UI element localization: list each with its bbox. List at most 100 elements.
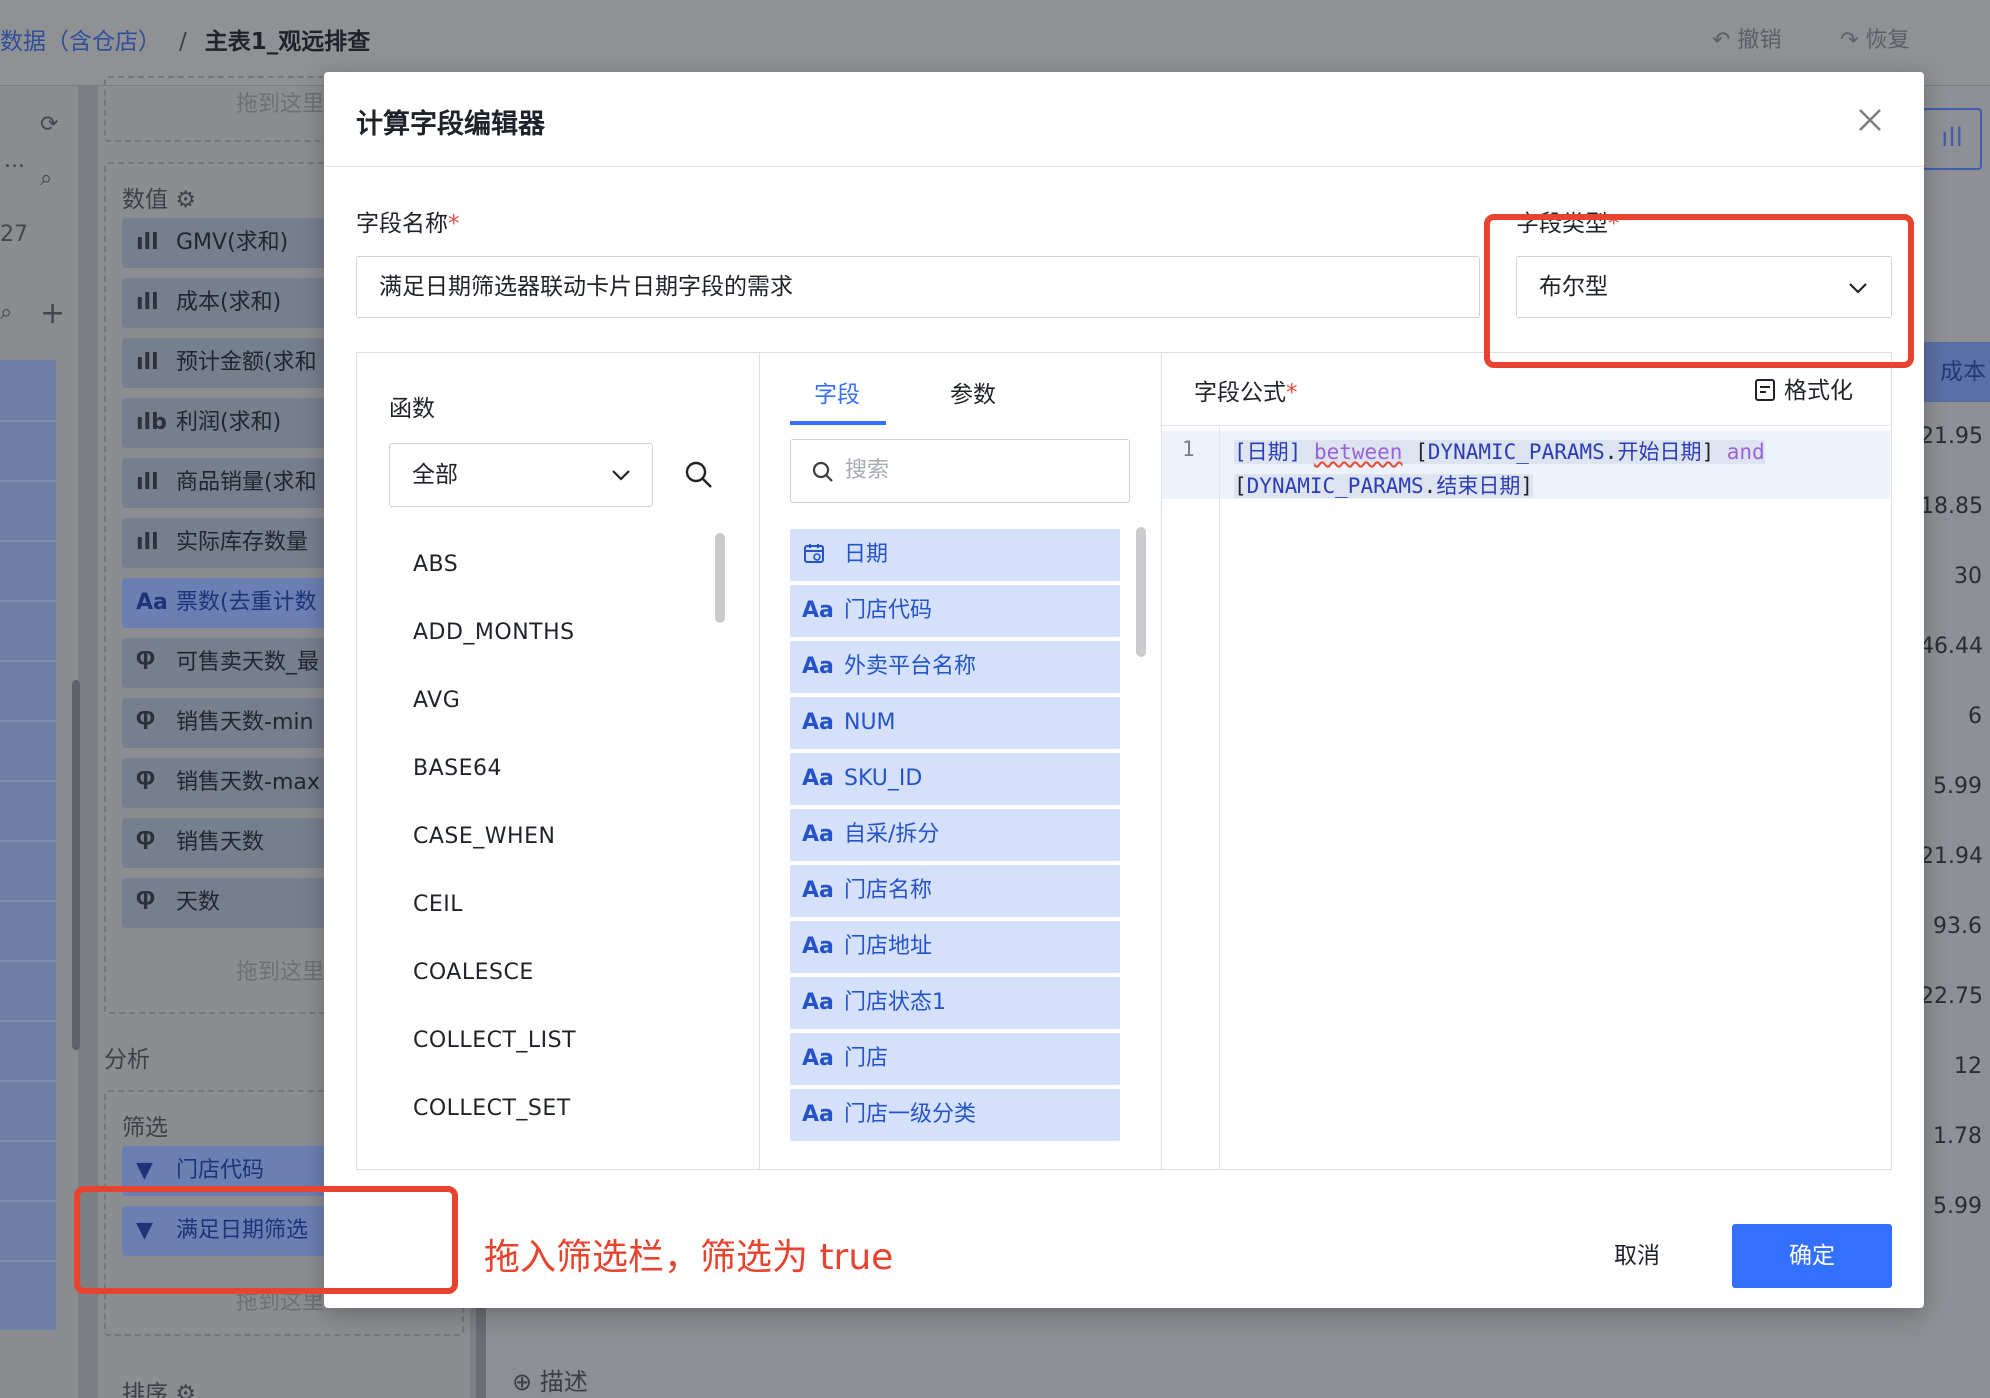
field-list-scrollbar[interactable]	[1136, 527, 1146, 657]
search-icon[interactable]: ⌕	[0, 300, 12, 325]
calendar-icon	[802, 529, 844, 581]
add-icon[interactable]: +	[40, 296, 65, 331]
formula-label: 字段公式*	[1194, 380, 1298, 406]
description-toggle[interactable]: ⊕ 描述	[512, 1362, 588, 1397]
calc-field-icon: Ⴔ	[136, 650, 156, 675]
field-item[interactable]: Aa SKU_ID	[790, 753, 1120, 805]
chart-type-button[interactable]: ıll	[1922, 108, 1982, 170]
format-button[interactable]: 格式化	[1754, 371, 1853, 405]
tab-params[interactable]: 参数	[950, 375, 996, 409]
text-type-icon: Aa	[802, 822, 834, 847]
close-icon[interactable]	[1852, 102, 1888, 138]
left-strip	[0, 360, 56, 1330]
formula-token-field: [日期]	[1234, 440, 1302, 464]
table-cell: 46.44	[1920, 634, 1983, 659]
refresh-icon[interactable]: ⟳	[40, 112, 58, 137]
formula-token-param: 开始日期	[1617, 440, 1702, 464]
text-type-icon: Aa	[802, 1046, 834, 1071]
field-item[interactable]: Aa 门店代码	[790, 585, 1120, 637]
redo-button[interactable]: ↷ 恢复	[1840, 22, 1909, 54]
plus-circle-icon: ⊕	[512, 1368, 540, 1396]
field-item[interactable]: Aa 门店	[790, 1033, 1120, 1085]
field-item[interactable]: Aa 门店一级分类	[790, 1089, 1120, 1141]
bottom-area	[476, 1300, 1922, 1398]
function-item[interactable]: ABS	[413, 531, 576, 599]
text-type-icon: Aa	[802, 934, 834, 959]
formula-panel: 字段公式* 格式化 1 [日期] between [DYNAMIC_PARAMS…	[1162, 353, 1892, 1169]
table-column-header[interactable]: 成本	[1920, 342, 1990, 402]
field-item[interactable]: Aa 门店状态1	[790, 977, 1120, 1029]
formula-header-divider	[1162, 425, 1890, 426]
preview-icon[interactable]: ⌕	[40, 166, 52, 191]
field-item[interactable]: Aa NUM	[790, 697, 1120, 749]
text-type-icon: Aa	[802, 878, 834, 903]
bar-chart-icon: ıll	[136, 530, 159, 555]
fields-panel: 字段 参数 搜索 日期 Aa 门店代码 Aa 外卖平台名称 Aa NUM Aa SKU_…	[760, 353, 1160, 1169]
field-name-label: 字段名称*	[356, 211, 460, 237]
function-item[interactable]: COLLECT_LIST	[413, 1007, 576, 1075]
table-cell: 21.94	[1920, 844, 1983, 869]
formula-editor[interactable]: [日期] between [DYNAMIC_PARAMS.开始日期] and […	[1234, 435, 1884, 503]
functions-panel: 函数 全部 ABS ADD_MONTHS AVG BASE64 CASE_WHE…	[357, 353, 759, 1169]
bar-chart-icon: ıll	[136, 350, 159, 375]
bar-chart-icon: ıll	[136, 290, 159, 315]
calc-field-icon: Ⴔ	[136, 890, 156, 915]
function-category-select[interactable]: 全部	[389, 443, 653, 507]
dialog-header-divider	[324, 166, 1924, 167]
bottom-divider	[476, 1300, 486, 1398]
table-cell: 22.75	[1920, 984, 1983, 1009]
field-name-input[interactable]: 满足日期筛选器联动卡片日期字段的需求	[356, 256, 1480, 318]
breadcrumb: 数据（含仓店） / 主表1_观远排查	[0, 22, 370, 56]
field-item[interactable]: Aa 门店名称	[790, 865, 1120, 917]
functions-title: 函数	[389, 396, 435, 422]
count-text: 27	[0, 222, 28, 247]
bar-chart-icon: ıll	[136, 230, 159, 255]
field-item[interactable]: Aa 外卖平台名称	[790, 641, 1120, 693]
annotation-box-field-type	[1484, 214, 1914, 368]
table-cell: 5.99	[1933, 1194, 1982, 1219]
undo-button[interactable]: ↶ 撤销	[1712, 22, 1781, 54]
annotation-box-filter	[74, 1186, 458, 1294]
field-item[interactable]: Aa 自采/拆分	[790, 809, 1120, 861]
text-type-icon: Aa	[802, 1102, 834, 1127]
function-list-scrollbar[interactable]	[715, 533, 725, 623]
cancel-button[interactable]: 取消	[1582, 1224, 1692, 1288]
gear-icon[interactable]: ⚙	[175, 187, 196, 213]
function-item[interactable]: CEIL	[413, 871, 576, 939]
line-gutter	[1162, 426, 1220, 1169]
confirm-button[interactable]: 确定	[1732, 1224, 1892, 1288]
function-item[interactable]: COLLECT_SET	[413, 1075, 576, 1143]
field-list: 日期 Aa 门店代码 Aa 外卖平台名称 Aa NUM Aa SKU_ID Aa 自采/拆…	[790, 529, 1120, 1145]
formula-token-keyword: between	[1313, 440, 1403, 464]
text-type-icon: Aa	[136, 590, 168, 615]
field-item[interactable]: 日期	[790, 529, 1120, 581]
table-cell: 21.95	[1920, 424, 1983, 449]
gear-icon[interactable]: ⚙	[175, 1381, 196, 1398]
search-icon[interactable]	[683, 459, 715, 491]
tab-fields[interactable]: 字段	[814, 375, 860, 409]
calc-field-icon: Ⴔ	[136, 770, 156, 795]
active-tab-indicator	[790, 421, 886, 425]
redo-icon: ↷	[1840, 28, 1866, 53]
field-search-placeholder: 搜索	[845, 458, 890, 483]
table-cell: 5.99	[1933, 774, 1982, 799]
table-cell: 93.6	[1933, 914, 1982, 939]
formula-token-param-namespace: DYNAMIC_PARAMS	[1427, 440, 1605, 464]
field-item[interactable]: Aa 门店地址	[790, 921, 1120, 973]
field-search-input[interactable]: 搜索	[790, 439, 1130, 503]
table-cell: 1.78	[1933, 1124, 1982, 1149]
bar-chart-icon: ıll	[1941, 123, 1963, 153]
text-type-icon: Aa	[802, 598, 834, 623]
panel-scrollbar[interactable]	[72, 680, 80, 1050]
function-item[interactable]: CASE_WHEN	[413, 803, 576, 871]
calc-field-icon: Ⴔ	[136, 710, 156, 735]
function-item[interactable]: BASE64	[413, 735, 576, 803]
breadcrumb-dataset[interactable]: 数据（含仓店）	[0, 29, 161, 55]
function-item[interactable]: AVG	[413, 667, 576, 735]
dialog-title: 计算字段编辑器	[356, 109, 545, 140]
calc-field-icon: Ⴔ	[136, 830, 156, 855]
function-item[interactable]: COALESCE	[413, 939, 576, 1007]
annotation-text: 拖入筛选栏，筛选为 true	[484, 1237, 894, 1278]
function-item[interactable]: ADD_MONTHS	[413, 599, 576, 667]
line-number: 1	[1182, 437, 1195, 461]
